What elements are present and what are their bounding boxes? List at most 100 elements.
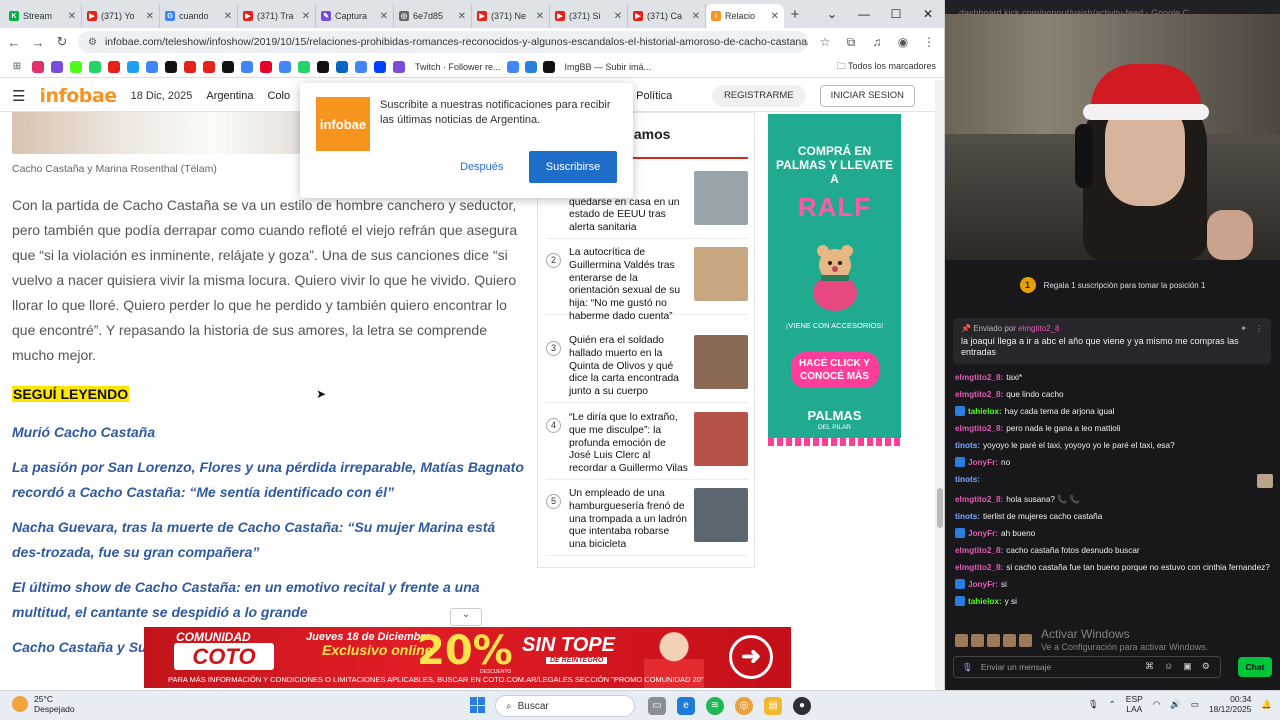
profile-icon[interactable]: ◉ bbox=[894, 35, 912, 49]
popup-subscribe-button[interactable]: Suscribirse bbox=[529, 151, 617, 183]
close-tab-icon[interactable]: ✕ bbox=[68, 11, 76, 22]
tab-search-icon[interactable]: ⌄ bbox=[816, 7, 848, 21]
chat-send-button[interactable]: Chat bbox=[1238, 657, 1272, 677]
chrome-icon[interactable]: ◎ bbox=[735, 697, 753, 715]
bookmark-icon[interactable] bbox=[32, 60, 44, 73]
bookmark-icon[interactable] bbox=[89, 60, 101, 73]
chat-message[interactable]: JonyFr: ah bueno bbox=[955, 528, 1273, 539]
wifi-icon[interactable]: ◠ bbox=[1153, 699, 1160, 710]
chat-message[interactable]: elmgtito2_8: cacho castaña fotos desnudo … bbox=[955, 545, 1273, 556]
page-scrollbar[interactable] bbox=[935, 80, 944, 690]
nav-argentina[interactable]: Argentina bbox=[206, 90, 253, 102]
chat-message[interactable]: tinots: yoyoyo le paré el taxi, yoyoyo yo… bbox=[955, 440, 1273, 451]
bookmark-icon[interactable] bbox=[260, 60, 272, 73]
chat-username[interactable]: JonyFr: bbox=[968, 528, 998, 539]
chat-message[interactable]: elmgtito2_8: que lindo cacho bbox=[955, 389, 1273, 400]
chat-message[interactable]: elmgtito2_8: hola susana? 📞 📞 bbox=[955, 494, 1273, 505]
start-button-icon[interactable] bbox=[470, 697, 486, 713]
ad-cta-button[interactable]: HACÉ CLICK Y CONOCÉ MÁS bbox=[790, 352, 879, 388]
obs-icon[interactable]: ● bbox=[793, 697, 811, 715]
banner-arrow-icon[interactable]: ➜ bbox=[729, 635, 773, 679]
hamburger-menu-icon[interactable]: ☰ bbox=[12, 87, 25, 105]
emote-icon[interactable] bbox=[955, 634, 968, 647]
browser-tab[interactable]: K Stream ✕ bbox=[4, 4, 82, 28]
bookmark-icon[interactable] bbox=[51, 60, 63, 73]
browser-tab[interactable]: ▶ (371) Tra ✕ bbox=[238, 4, 316, 28]
chat-message[interactable]: elmgtito2_8: taxi* bbox=[955, 372, 1273, 383]
bookmark-icon[interactable] bbox=[317, 60, 329, 73]
clock[interactable]: 00:34 18/12/2025 bbox=[1209, 694, 1252, 714]
browser-tab[interactable]: i Relacio ✕ bbox=[706, 4, 784, 28]
close-window-button[interactable]: ✕ bbox=[912, 7, 944, 21]
chat-username[interactable]: elmgtito2_8: bbox=[955, 562, 1003, 573]
back-icon[interactable]: ← bbox=[6, 35, 22, 50]
site-info-icon[interactable]: ⚙ bbox=[88, 37, 97, 48]
folder-icon[interactable]: ▤ bbox=[764, 697, 782, 715]
unpin-icon[interactable]: ✦ bbox=[1240, 324, 1247, 333]
scrollbar-thumb[interactable] bbox=[937, 488, 943, 528]
bookmark-icon[interactable] bbox=[184, 60, 196, 73]
chat-username[interactable]: elmgtito2_8: bbox=[955, 545, 1003, 556]
browser-tab[interactable]: Gcuando ✕ bbox=[160, 4, 238, 28]
chat-message[interactable]: elmgtito2_8: pero nada le gana a leo matt… bbox=[955, 423, 1273, 434]
emote-icon[interactable] bbox=[971, 634, 984, 647]
reload-icon[interactable]: ↻ bbox=[54, 34, 70, 50]
browser-tab[interactable]: ◎ 6e7d85 ✕ bbox=[394, 4, 472, 28]
tray-overflow-icon[interactable]: ⌃ bbox=[1109, 699, 1116, 710]
chat-username[interactable]: JonyFr: bbox=[968, 579, 998, 590]
chat-username[interactable]: tahielox: bbox=[968, 406, 1002, 417]
address-bar[interactable]: ⚙ infobae.com/teleshow/infoshow/2019/10/… bbox=[78, 31, 808, 53]
close-tab-icon[interactable]: ✕ bbox=[458, 11, 466, 22]
nav-politica[interactable]: Política bbox=[636, 90, 672, 102]
browser-tab[interactable]: ▶ (371) Si ✕ bbox=[550, 4, 628, 28]
chat-message[interactable]: elmgtito2_8: si cacho castaña fue tan bue… bbox=[955, 562, 1273, 573]
menu-icon[interactable]: ⋮ bbox=[920, 35, 938, 49]
site-logo[interactable]: infobae bbox=[39, 85, 117, 107]
gift-sub-banner[interactable]: 1 Regala 1 suscripción para tomar la pos… bbox=[945, 272, 1280, 298]
spotify-icon[interactable]: ≋ bbox=[706, 697, 724, 715]
bookmark-icon[interactable] bbox=[336, 60, 348, 73]
file-explorer-icon[interactable]: ▭ bbox=[648, 697, 666, 715]
close-tab-icon[interactable]: ✕ bbox=[536, 11, 544, 22]
most-read-item[interactable]: 4 “Le diría que lo extraño, que me discul… bbox=[546, 410, 748, 480]
bookmark-imgbb[interactable]: ImgBB — Subir imá... bbox=[565, 62, 652, 72]
emote-icon[interactable] bbox=[987, 634, 1000, 647]
settings-icon[interactable]: ⚙ bbox=[1202, 661, 1210, 672]
taskbar-search[interactable]: ⌕ Buscar bbox=[495, 695, 635, 717]
weather-widget[interactable]: 25°C Despejado bbox=[12, 694, 75, 714]
browser-tab[interactable]: ✎ Captura ✕ bbox=[316, 4, 394, 28]
close-tab-icon[interactable]: ✕ bbox=[380, 11, 388, 22]
chat-message[interactable]: tahielox: hay cada tema de arjona igual bbox=[955, 406, 1273, 417]
mic-icon[interactable]: 🎙 bbox=[962, 662, 973, 673]
bookmark-icon[interactable] bbox=[506, 60, 519, 73]
gift-icon[interactable]: ▣ bbox=[1183, 661, 1192, 672]
close-tab-icon[interactable]: ✕ bbox=[692, 11, 700, 22]
bookmark-icon[interactable] bbox=[203, 60, 215, 73]
browser-tab[interactable]: ▶ (371) Ne ✕ bbox=[472, 4, 550, 28]
chat-message[interactable]: tinots: tierlist de mujeres cacho castaña bbox=[955, 511, 1273, 522]
most-read-item[interactable]: 5 Un empleado de una hamburguesería frenó… bbox=[546, 486, 748, 556]
close-tab-icon[interactable]: ✕ bbox=[224, 11, 232, 22]
chat-username[interactable]: tinots: bbox=[955, 511, 980, 522]
bookmark-icon[interactable] bbox=[279, 60, 291, 73]
nav-colombia[interactable]: Colo bbox=[267, 90, 290, 102]
popup-later-button[interactable]: Después bbox=[460, 159, 503, 175]
media-icon[interactable]: ♫ bbox=[868, 35, 886, 49]
chat-username[interactable]: elmgtito2_8: bbox=[955, 494, 1003, 505]
chat-message[interactable]: tahielox: y si bbox=[955, 596, 1273, 607]
bookmark-icon[interactable] bbox=[524, 60, 537, 73]
emote-icon[interactable] bbox=[1019, 634, 1032, 647]
bookmark-twitch[interactable]: Twitch · Follower re... bbox=[415, 62, 501, 72]
mic-tray-icon[interactable]: 🎙 bbox=[1088, 699, 1099, 710]
battery-icon[interactable]: ▭ bbox=[1191, 699, 1199, 710]
apps-grid-icon[interactable]: ⊞ bbox=[8, 61, 26, 72]
bookmark-icon[interactable] bbox=[108, 60, 120, 73]
most-read-item[interactable]: 2 La autocrítica de Guillermina Valdés tr… bbox=[546, 245, 748, 322]
chat-message[interactable]: tinots: bbox=[955, 474, 1273, 488]
collapse-banner-chevron-icon[interactable]: ⌄ bbox=[450, 608, 482, 626]
chat-username[interactable]: tinots: bbox=[955, 440, 980, 451]
related-link[interactable]: Murió Cacho Castaña bbox=[12, 420, 527, 445]
close-tab-icon[interactable]: ✕ bbox=[146, 11, 154, 22]
close-tab-icon[interactable]: ✕ bbox=[302, 11, 310, 22]
volume-icon[interactable]: 🔊 bbox=[1170, 699, 1181, 710]
